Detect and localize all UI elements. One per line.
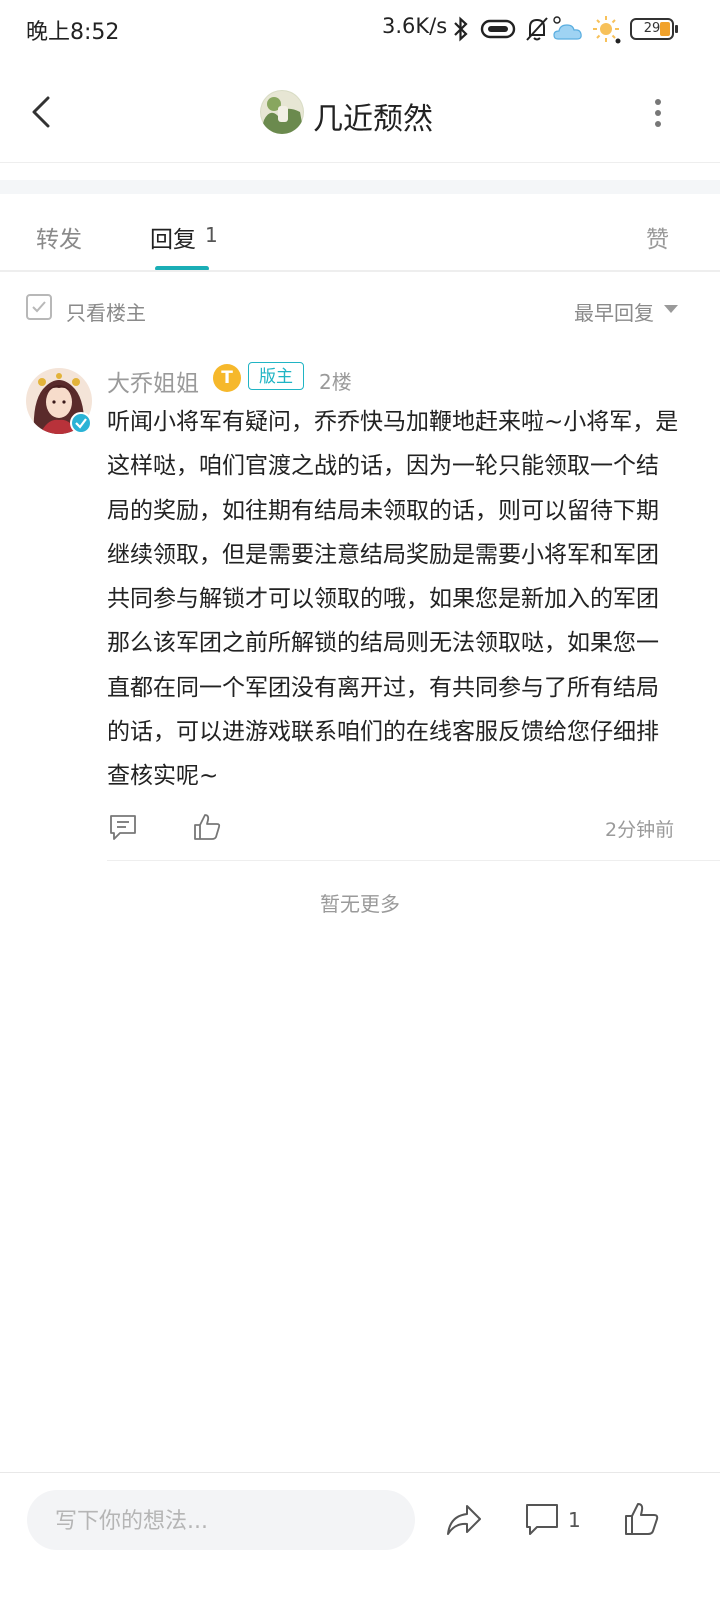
header-avatar[interactable] [260,90,304,134]
header-divider [0,162,720,163]
network-speed: 3.6K/s [382,14,448,38]
page-title: 几近颓然 [313,102,433,137]
check-icon [32,301,46,313]
more-icon[interactable] [645,96,671,130]
comment-divider [107,860,720,861]
comment-body: 听闻小将军有疑问，乔乔快马加鞭地赶来啦~小将军，是这样哒，咱们官渡之战的话，因为… [107,409,679,790]
thumbs-up-icon[interactable] [192,812,222,842]
level-badge: T [213,364,241,392]
bottom-divider [0,1472,720,1473]
status-bar: 晚上8:52 3.6K/s 29 [0,0,720,60]
comment-time: 2分钟前 [605,819,675,841]
caret-down-icon[interactable] [664,305,678,313]
sort-dropdown[interactable]: 最早回复 [574,297,654,326]
only-op-label[interactable]: 只看楼主 [66,297,146,326]
comment-input-container[interactable] [27,1490,415,1552]
battery-icon: 29 [630,18,678,40]
weather-icon [553,16,582,40]
mute-bell-icon [526,17,548,41]
brightness-icon [593,16,621,44]
comment-icon[interactable] [524,1500,560,1538]
comment-input[interactable] [53,1490,397,1552]
vpn-icon [480,19,516,39]
floor-number: 2楼 [319,370,352,394]
tab-forward[interactable]: 转发 [36,220,82,254]
like-icon[interactable] [622,1500,660,1538]
moderator-badge: 版主 [248,362,304,390]
verified-icon [70,412,92,434]
section-gap [0,180,720,194]
tab-reply[interactable]: 回复 [150,220,196,254]
bluetooth-icon [454,16,468,42]
status-time: 晚上8:52 [26,20,120,45]
comment-author[interactable]: 大乔姐姐 [107,364,199,398]
tab-reply-count: 1 [205,223,218,247]
share-icon[interactable] [445,1502,483,1538]
tabs-divider [0,270,720,272]
only-op-checkbox[interactable] [26,294,52,320]
no-more-text: 暂无更多 [320,892,400,916]
battery-level: 29 [643,21,661,36]
reply-icon[interactable] [108,812,138,842]
comment-count: 1 [568,1508,581,1532]
back-icon[interactable] [22,92,62,132]
tab-like[interactable]: 赞 [646,220,669,254]
